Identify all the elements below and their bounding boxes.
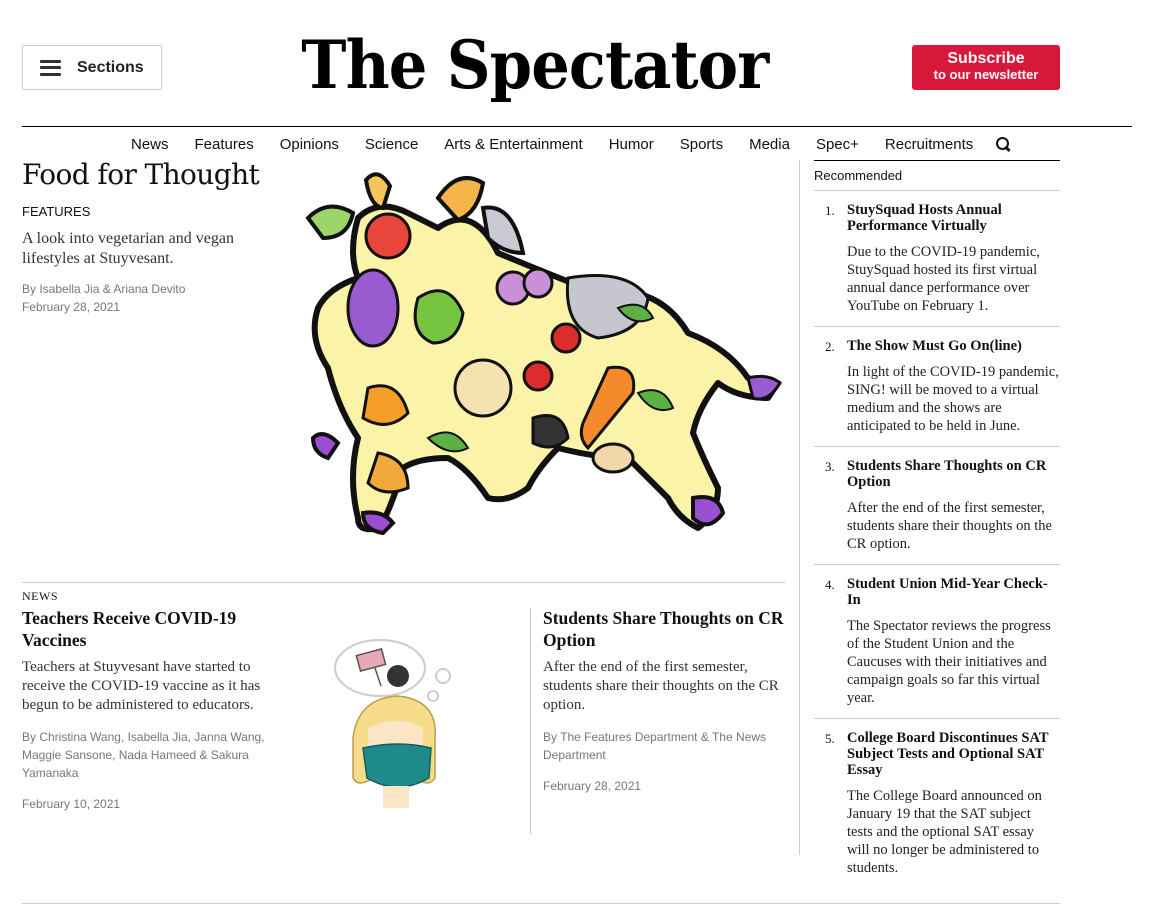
nav-item-opinions[interactable]: Opinions <box>280 136 339 153</box>
recommended-title[interactable]: College Board Discontinues SAT Subject T… <box>847 730 1060 778</box>
recommended-rank: 1. <box>825 203 835 218</box>
recommended-title[interactable]: The Show Must Go On(line) <box>847 338 1060 354</box>
sidebar-divider <box>799 160 800 855</box>
featured-date: February 28, 2021 <box>22 300 121 314</box>
nav-item-features[interactable]: Features <box>195 136 254 153</box>
card-byline[interactable]: By Christina Wang, Isabella Jia, Janna W… <box>22 728 272 782</box>
recommended-item: 2. The Show Must Go On(line) In light of… <box>814 327 1060 447</box>
card-title[interactable]: Teachers Receive COVID-19 Vaccines <box>22 607 272 651</box>
hamburger-icon <box>40 59 61 76</box>
subscribe-button[interactable]: Subscribe to our newsletter <box>912 45 1060 90</box>
recommended-rank: 2. <box>825 339 835 354</box>
featured-byline[interactable]: By Isabella Jia & Ariana Devito <box>22 280 252 298</box>
nav-item-arts-entertainment[interactable]: Arts & Entertainment <box>444 136 582 153</box>
nav-item-media[interactable]: Media <box>749 136 790 153</box>
nav-item-science[interactable]: Science <box>365 136 418 153</box>
recommended-title[interactable]: Student Union Mid-Year Check-In <box>847 576 1060 608</box>
recommended-rank: 5. <box>825 731 835 746</box>
masthead-logo[interactable]: The Spectator <box>300 20 770 110</box>
subscribe-label: Subscribe <box>947 50 1025 67</box>
subscribe-sublabel: to our newsletter <box>933 67 1039 82</box>
recommended-summary: After the end of the first semester, stu… <box>847 500 1052 552</box>
recommended-summary: The College Board announced on January 1… <box>847 788 1042 876</box>
recommended-item: 3. Students Share Thoughts on CR Option … <box>814 447 1060 565</box>
recommended-title[interactable]: StuySquad Hosts Annual Performance Virtu… <box>847 202 1060 234</box>
section-divider <box>22 582 785 583</box>
article-card: Teachers Receive COVID-19 Vaccines Teach… <box>22 607 272 813</box>
header-divider <box>22 126 1132 127</box>
card-date: February 28, 2021 <box>543 779 642 793</box>
card-summary: After the end of the first semester, stu… <box>543 659 779 713</box>
recommended-rank: 4. <box>825 577 835 592</box>
recommended-item: 4. Student Union Mid-Year Check-In The S… <box>814 565 1060 719</box>
sections-label: Sections <box>77 58 144 76</box>
featured-section-label[interactable]: FEATURES <box>22 204 90 219</box>
main-nav: News Features Opinions Science Arts & En… <box>131 133 1011 155</box>
card-byline[interactable]: By The Features Department & The News De… <box>543 728 787 764</box>
recommended-item: 5. College Board Discontinues SAT Subjec… <box>814 719 1060 888</box>
bottom-divider <box>22 903 1060 904</box>
featured-cow-illustration[interactable] <box>298 158 786 558</box>
recommended-item: 1. StuySquad Hosts Annual Performance Vi… <box>814 191 1060 327</box>
card-divider <box>530 608 531 834</box>
featured-title[interactable]: Food for Thought <box>22 158 260 191</box>
nav-item-news[interactable]: News <box>131 136 169 153</box>
nav-item-recruitments[interactable]: Recruitments <box>885 136 973 153</box>
recommended-sidebar: Recommended 1. StuySquad Hosts Annual Pe… <box>814 160 1060 888</box>
featured-summary: A look into vegetarian and vegan lifesty… <box>22 230 234 267</box>
featured-byline-block: By Isabella Jia & Ariana Devito February… <box>22 280 252 316</box>
site-header: Sections The Spectator Subscribe to our … <box>0 0 1170 127</box>
sections-button[interactable]: Sections <box>22 45 162 90</box>
recommended-summary: In light of the COVID-19 pandemic, SING!… <box>847 364 1059 434</box>
card-section-label[interactable]: NEWS <box>22 589 58 604</box>
nav-item-humor[interactable]: Humor <box>609 136 654 153</box>
recommended-title[interactable]: Students Share Thoughts on CR Option <box>847 458 1060 490</box>
recommended-summary: The Spectator reviews the progress of th… <box>847 618 1051 706</box>
card-summary: Teachers at Stuyvesant have started to r… <box>22 659 261 713</box>
nav-item-spec-plus[interactable]: Spec+ <box>816 136 859 153</box>
masthead-text: The Spectator <box>301 26 770 104</box>
card-date: February 10, 2021 <box>22 797 121 811</box>
card-title[interactable]: Students Share Thoughts on CR Option <box>543 607 787 651</box>
masked-person-illustration[interactable] <box>323 628 468 818</box>
recommended-rank: 3. <box>825 459 835 474</box>
search-icon[interactable] <box>995 136 1011 152</box>
recommended-summary: Due to the COVID-19 pandemic, StuySquad … <box>847 244 1040 314</box>
recommended-heading: Recommended <box>814 161 1060 191</box>
article-card: Students Share Thoughts on CR Option Aft… <box>543 607 787 795</box>
nav-item-sports[interactable]: Sports <box>680 136 723 153</box>
